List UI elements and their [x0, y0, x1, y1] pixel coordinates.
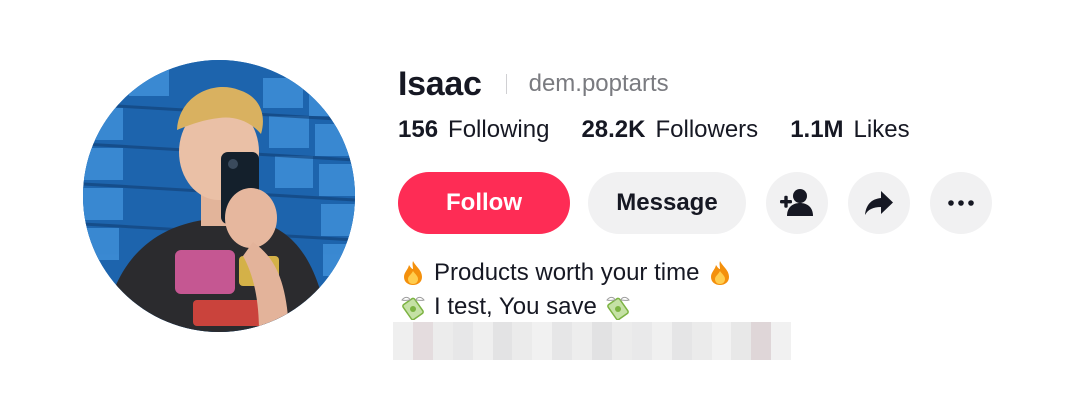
stat-likes: 1.1M Likes [790, 116, 909, 144]
share-button[interactable] [848, 172, 910, 234]
avatar-image [83, 60, 355, 332]
bio-text-2: I test, You save [434, 293, 597, 320]
username-handle: dem.poptarts [528, 70, 669, 97]
followers-label: Followers [655, 116, 759, 143]
add-friend-icon [780, 189, 813, 216]
name-row: Isaac dem.poptarts [398, 62, 669, 106]
more-icon [948, 200, 974, 206]
following-count: 156 [398, 116, 439, 143]
profile-stats: 156 Following 28.2K Followers 1.1M Likes [398, 116, 942, 148]
more-options-button[interactable] [930, 172, 992, 234]
bio-line-2: I test, You save [400, 290, 733, 324]
name-divider [505, 74, 507, 94]
fire-emoji-icon [400, 260, 426, 286]
display-name: Isaac [398, 64, 482, 103]
avatar[interactable] [83, 60, 355, 332]
bio-text-1: Products worth your time [434, 259, 700, 286]
money-wings-emoji-icon [605, 294, 631, 320]
fire-emoji-icon [707, 260, 733, 286]
profile-header: Isaac dem.poptarts 156 Following 28.2K F… [0, 0, 1080, 408]
bio-line-1: Products worth your time [400, 256, 733, 290]
add-friend-button[interactable] [766, 172, 828, 234]
redacted-bio-line [393, 322, 792, 360]
likes-count: 1.1M [790, 116, 844, 143]
message-button[interactable]: Message [588, 172, 746, 234]
share-icon [865, 191, 893, 215]
stat-followers[interactable]: 28.2K Followers [581, 116, 758, 144]
profile-actions: Follow Message [398, 172, 1012, 234]
following-label: Following [448, 116, 550, 143]
stat-following[interactable]: 156 Following [398, 116, 549, 144]
money-wings-emoji-icon [400, 294, 426, 320]
likes-label: Likes [853, 116, 910, 143]
followers-count: 28.2K [581, 116, 646, 143]
profile-bio: Products worth your time I test, You sav… [400, 256, 733, 324]
follow-button[interactable]: Follow [398, 172, 570, 234]
